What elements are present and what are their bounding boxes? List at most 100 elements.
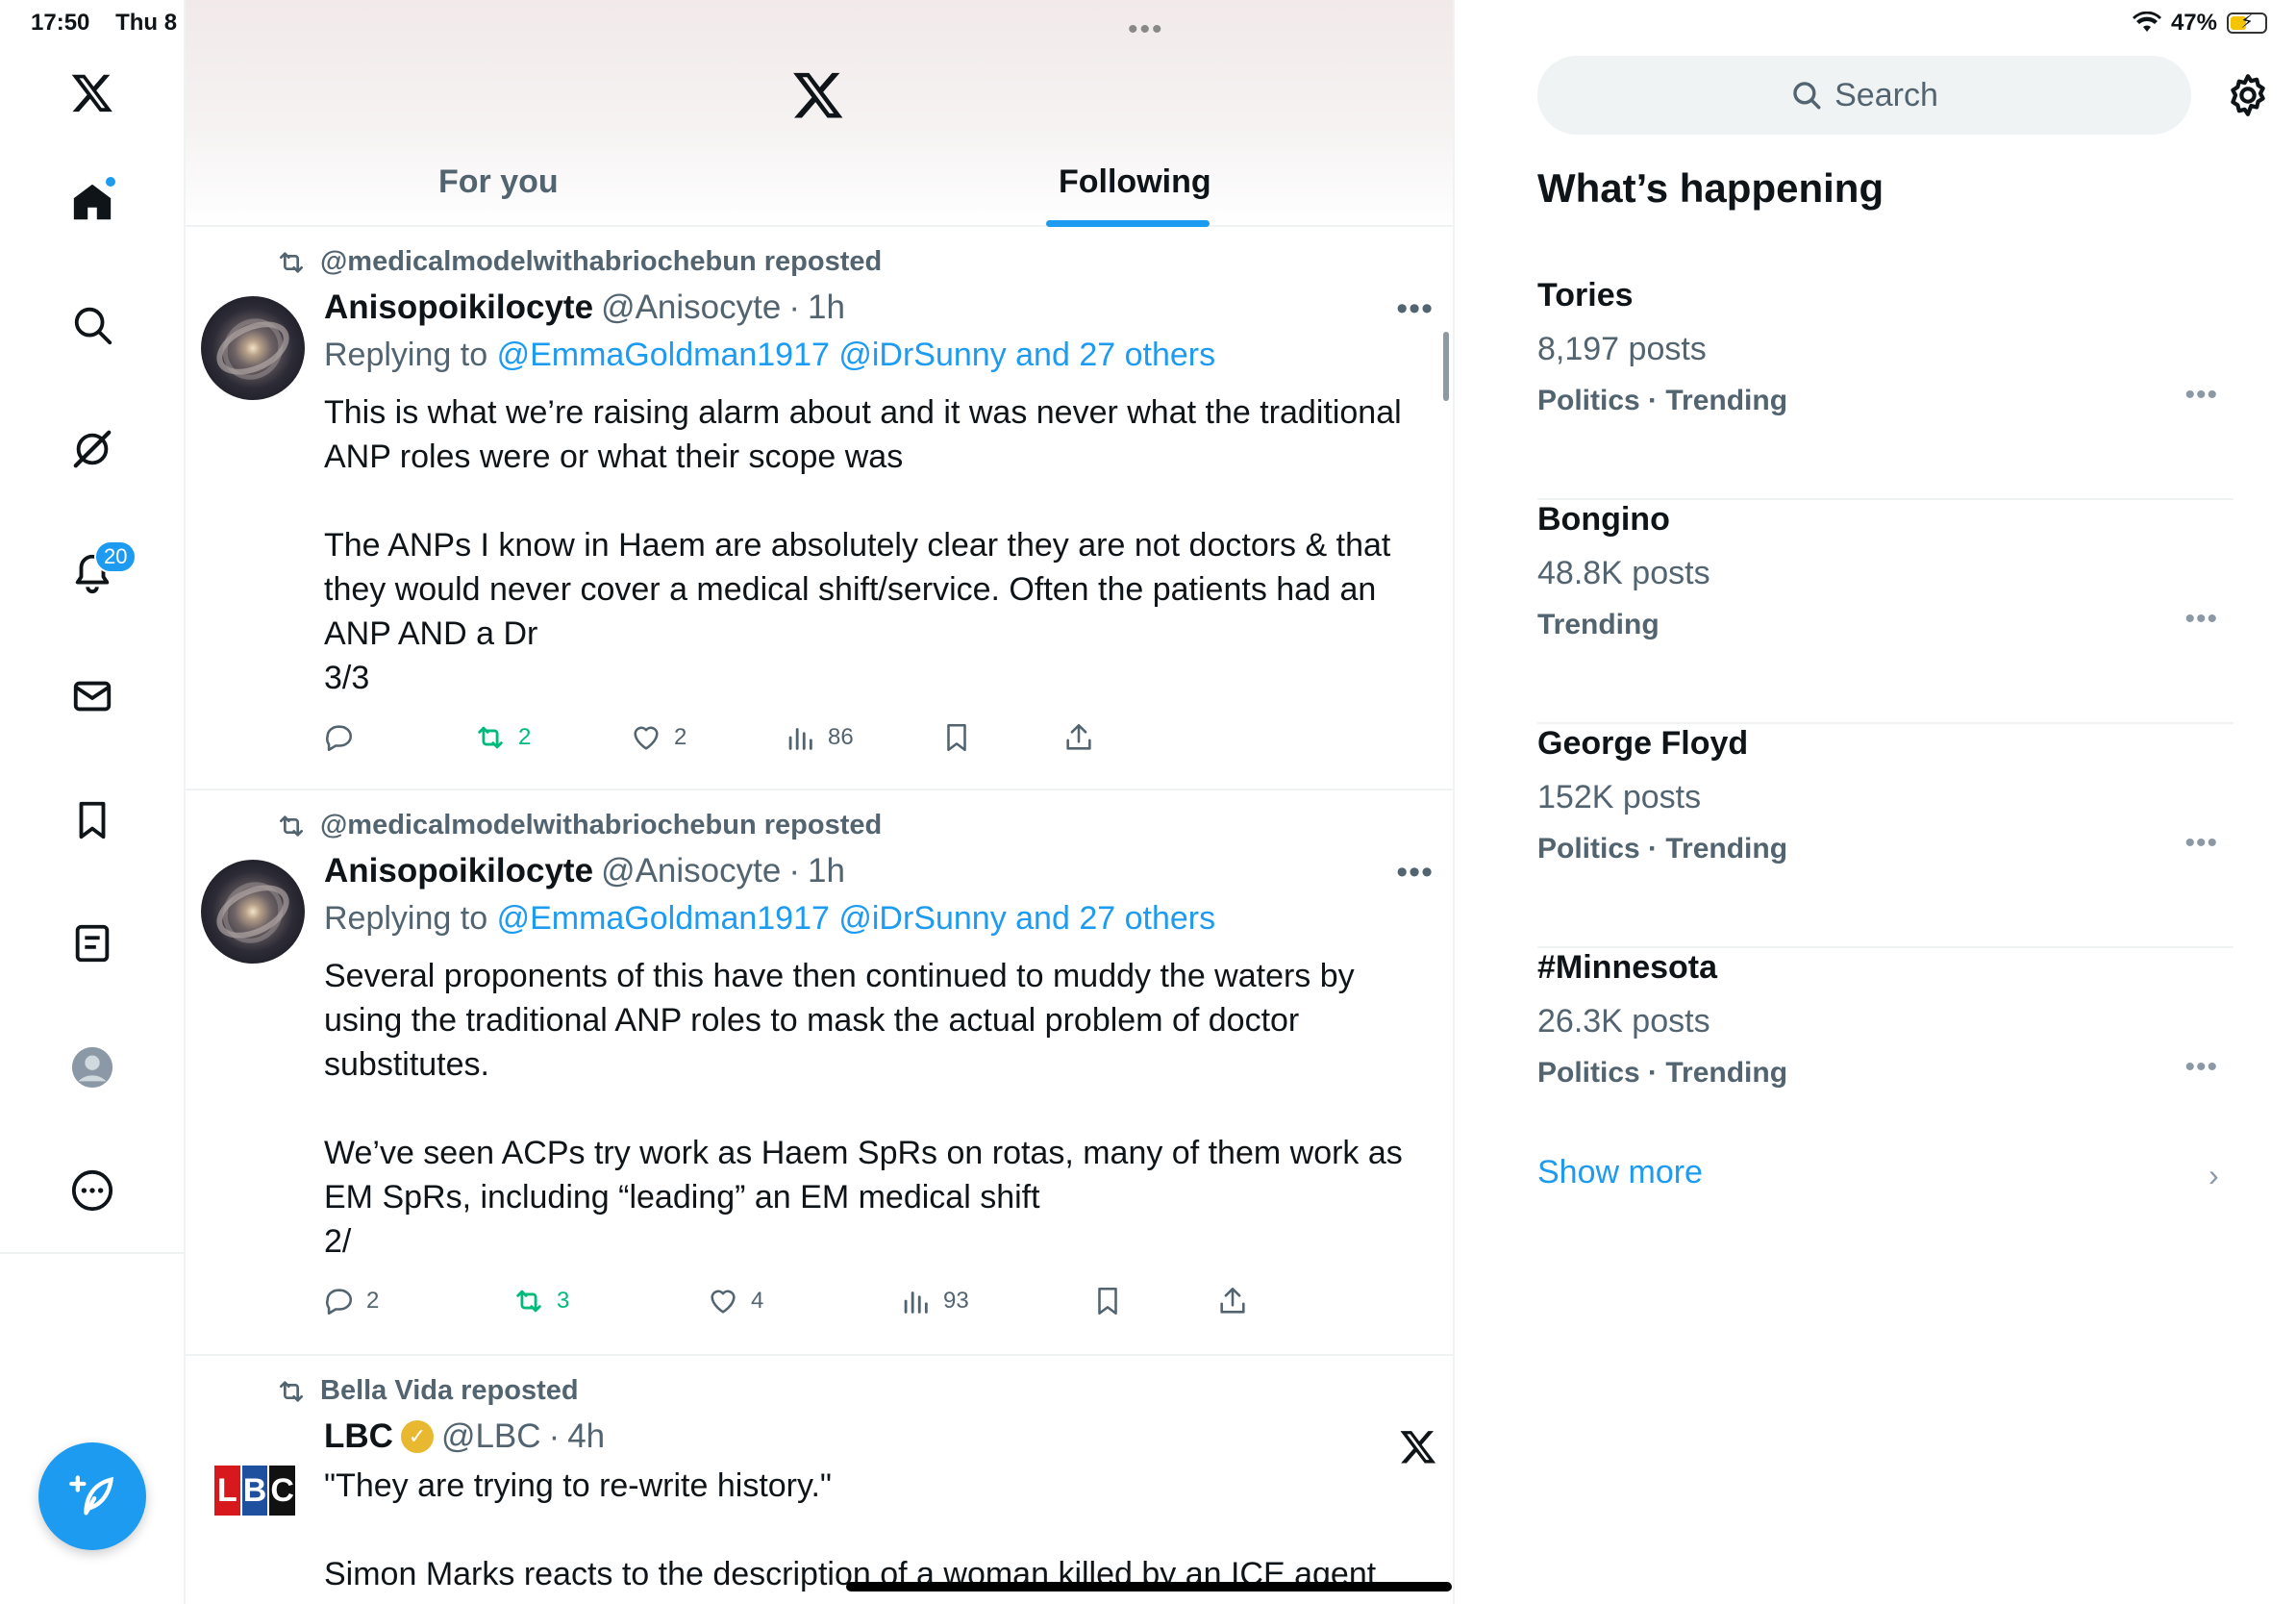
reply-count: 2 [366,1288,380,1314]
post-time: 1h [808,288,845,326]
home-indicator[interactable] [846,1582,1452,1591]
trend-more-icon[interactable]: ••• [2184,379,2218,412]
reply-button[interactable]: 2 [322,1285,379,1317]
author-handle[interactable]: @Anisocyte [601,288,781,327]
share-button[interactable] [1062,721,1095,754]
tweet-card[interactable]: Bella Vida reposted LBC ✓ @LBC · 4h "The… [186,1356,1453,1604]
post-more-icon[interactable]: ••• [1396,854,1434,891]
trend-more-icon[interactable]: ••• [2184,603,2218,636]
settings-gear-icon[interactable] [2224,71,2272,119]
author-name[interactable]: Anisopoikilocyte [324,288,593,327]
tab-for-you[interactable]: For you [438,163,559,201]
trend-category: Politics · Trending [1537,385,1788,416]
trend-category: Politics · Trending [1537,833,1788,865]
repost-icon [516,1290,541,1313]
lbc-logo-avatar[interactable]: L B C [214,1466,296,1516]
trend-more-icon[interactable]: ••• [2184,1051,2218,1084]
right-sidebar: Search What’s happening Tories 8,197 pos… [1455,0,2296,1604]
author-handle[interactable]: @Anisocyte [601,852,781,890]
x-logo-icon [1400,1431,1436,1464]
replying-to-mentions[interactable]: @EmmaGoldman1917 @iDrSunny and 27 others [497,337,1216,373]
bookmark-icon [1098,1287,1117,1316]
multitasking-dots-icon[interactable]: ••• [1128,13,1164,46]
avatar[interactable] [201,860,305,964]
repost-icon [280,251,303,273]
view-count: 86 [828,724,854,750]
post-actions: 2 2 86 [322,721,1284,760]
active-tab-indicator [1046,220,1210,227]
post-actions: 2 3 4 93 [322,1285,1284,1323]
home-icon[interactable] [63,173,121,231]
author-name[interactable]: Anisopoikilocyte [324,852,593,890]
views-button[interactable]: 86 [784,721,854,754]
trend-more-icon[interactable]: ••• [2184,827,2218,860]
replying-to-label: Replying to [324,900,488,937]
analytics-icon [904,1291,928,1314]
tab-following[interactable]: Following [1059,163,1211,201]
post-text: This is what we’re raising alarm about a… [324,394,1402,696]
trend-post-count: 26.3K posts [1537,1003,1710,1040]
profile-avatar-icon[interactable] [63,1039,121,1096]
bookmark-button[interactable] [940,721,973,754]
chevron-right-icon[interactable]: › [2209,1158,2219,1193]
x-logo-icon[interactable] [63,63,121,121]
like-button[interactable]: 4 [707,1285,763,1317]
post-time: 1h [808,852,845,890]
grok-icon[interactable] [63,420,121,478]
view-count: 93 [943,1288,969,1314]
author-name[interactable]: LBC [324,1417,393,1456]
search-placeholder: Search [1834,76,1938,113]
show-more-link[interactable]: Show more [1537,1154,1703,1191]
tweet-card[interactable]: @medicalmodelwithabriochebun reposted An… [186,227,1453,790]
compose-post-button[interactable] [38,1442,146,1550]
post-text: Several proponents of this have then con… [324,958,1403,1260]
replying-to-mentions[interactable]: @EmmaGoldman1917 @iDrSunny and 27 others [497,900,1216,937]
analytics-icon [788,728,812,750]
trend-item[interactable]: #Minnesota 26.3K posts Politics · Trendi… [1537,949,2234,1172]
tweet-card[interactable]: @medicalmodelwithabriochebun reposted An… [186,790,1453,1356]
reply-icon [326,725,352,752]
repost-count: 3 [557,1288,570,1314]
bookmark-icon [947,723,966,752]
trend-title: #Minnesota [1537,949,1718,986]
search-input[interactable]: Search [1537,56,2191,135]
bookmarks-icon[interactable] [63,791,121,849]
trend-item[interactable]: Tories 8,197 posts Politics · Trending •… [1537,277,2234,500]
feed-scrollbar[interactable] [1443,332,1449,401]
author-handle[interactable]: @LBC [441,1417,541,1456]
repost-count: 2 [518,724,532,750]
notification-count-badge: 20 [94,540,137,573]
search-icon [1793,82,1821,110]
like-count: 2 [674,724,687,750]
trend-item[interactable]: George Floyd 152K posts Politics · Trend… [1537,725,2234,948]
nav-divider [0,1252,186,1254]
replying-to-label: Replying to [324,337,488,373]
repost-button[interactable]: 2 [474,721,531,754]
whats-happening-heading: What’s happening [1537,165,1884,211]
search-icon[interactable] [63,296,121,354]
post-more-icon[interactable]: ••• [1396,290,1434,328]
trend-title: George Floyd [1537,725,1749,762]
views-button[interactable]: 93 [899,1285,969,1317]
messages-envelope-icon[interactable] [63,667,121,725]
trend-category: Trending [1537,609,1660,640]
x-header-logo-icon [793,72,843,118]
trend-item[interactable]: Bongino 48.8K posts Trending ••• [1537,501,2234,724]
heart-icon [634,726,659,750]
reply-icon [326,1289,352,1316]
timeline-feed: ••• For you Following @medicalmodelwitha… [186,0,1455,1604]
lists-icon[interactable] [63,915,121,972]
like-button[interactable]: 2 [630,721,686,754]
repost-icon [478,726,503,749]
reply-button[interactable] [322,721,366,754]
bookmark-button[interactable] [1091,1285,1124,1317]
share-icon [1220,1287,1245,1314]
trend-title: Tories [1537,277,1634,313]
verified-badge-icon: ✓ [400,1420,434,1453]
home-unread-dot [104,175,117,188]
more-options-icon[interactable] [63,1162,121,1219]
avatar[interactable] [201,296,305,400]
share-button[interactable] [1216,1285,1249,1317]
repost-button[interactable]: 3 [512,1285,569,1317]
post-time: 4h [567,1417,606,1455]
